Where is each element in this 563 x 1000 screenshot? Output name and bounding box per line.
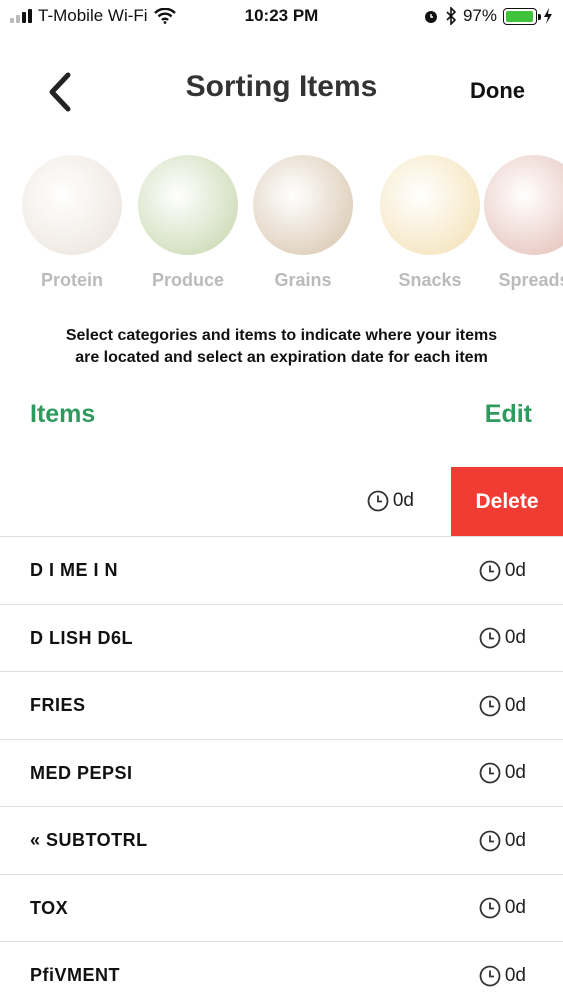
list-item[interactable]: FRIES 0d xyxy=(0,672,563,740)
done-button[interactable]: Done xyxy=(470,78,525,104)
charging-icon xyxy=(544,8,552,24)
clock-icon xyxy=(479,965,501,986)
item-name: PfiVMENT xyxy=(30,965,121,985)
nav-bar: Sorting Items Done xyxy=(0,60,563,120)
category-label: Grains xyxy=(274,270,332,290)
expiration-button[interactable]: 0d xyxy=(479,537,526,604)
clock-icon xyxy=(479,695,501,716)
expiration-value: 0d xyxy=(504,559,526,581)
category-carousel[interactable]: Protein Produce Grains Snacks Spreads xyxy=(0,155,563,295)
category-image xyxy=(253,155,353,255)
alarm-icon xyxy=(424,11,437,23)
battery-icon xyxy=(503,7,541,25)
category-produce[interactable]: Produce xyxy=(138,155,238,291)
expiration-button[interactable]: 0d xyxy=(479,605,526,672)
clock-icon xyxy=(479,830,501,851)
list-item[interactable]: D LISH D6L 0d xyxy=(0,605,563,672)
expiration-value: 0d xyxy=(504,829,526,851)
expiration-value: 0d xyxy=(504,897,526,918)
category-protein[interactable]: Protein xyxy=(22,155,122,291)
list-item[interactable]: MED PEPSI 0d xyxy=(0,740,563,807)
category-label: Protein xyxy=(40,270,103,290)
list-item[interactable]: TOX 0d xyxy=(0,875,563,942)
items-header: Items Edit xyxy=(0,400,563,434)
expiration-button[interactable]: 0d xyxy=(479,942,526,1000)
expiration-button[interactable]: 0d xyxy=(479,807,526,874)
clock-icon xyxy=(479,897,501,919)
instructions-text: Select categories and items to indicate … xyxy=(65,327,498,366)
delete-button[interactable]: Delete xyxy=(451,467,563,536)
item-name: « SUBTOTRL xyxy=(30,830,148,850)
expiration-button[interactable]: 0d xyxy=(479,672,526,739)
category-label: Snacks xyxy=(398,270,462,290)
category-image xyxy=(380,155,480,255)
items-list: 0d Delete D I ME I N 0d D LISH D6L 0d FR… xyxy=(0,467,563,1000)
category-label: Produce xyxy=(151,270,225,290)
expiration-button[interactable]: 0d xyxy=(367,467,414,535)
item-name: D I ME I N xyxy=(30,560,119,580)
list-item[interactable]: D I ME I N 0d xyxy=(0,537,563,605)
expiration-value: 0d xyxy=(504,694,526,716)
battery-fill xyxy=(506,10,534,22)
edit-button[interactable]: Edit xyxy=(485,400,532,429)
category-image xyxy=(138,155,238,255)
category-spreads[interactable]: Spreads xyxy=(484,155,563,291)
list-item[interactable]: « SUBTOTRL 0d xyxy=(0,807,563,875)
expiration-value: 0d xyxy=(504,627,526,648)
swiped-row[interactable]: 0d Delete xyxy=(0,467,563,537)
status-bar: T-Mobile Wi-Fi 10:23 PM 97% xyxy=(0,0,563,34)
clock-icon xyxy=(479,762,501,784)
category-label: Spreads xyxy=(498,270,563,290)
section-title: Items xyxy=(30,400,96,428)
bluetooth-icon xyxy=(446,7,457,25)
category-snacks[interactable]: Snacks xyxy=(380,155,480,291)
expiration-value: 0d xyxy=(392,490,414,511)
category-image xyxy=(484,155,563,255)
clock-icon xyxy=(479,560,501,581)
item-name: TOX xyxy=(30,897,69,918)
expiration-button[interactable]: 0d xyxy=(479,875,526,942)
item-name: MED PEPSI xyxy=(30,762,133,783)
category-image xyxy=(22,155,122,255)
list-item[interactable]: PfiVMENT 0d xyxy=(0,942,563,1000)
clock-icon xyxy=(479,627,501,649)
expiration-value: 0d xyxy=(504,964,526,986)
battery-percent: 97% xyxy=(462,6,497,25)
clock-icon xyxy=(367,490,389,512)
expiration-button[interactable]: 0d xyxy=(479,740,526,807)
item-name: FRIES xyxy=(30,695,86,715)
expiration-value: 0d xyxy=(504,762,526,783)
status-right: 97% xyxy=(423,6,553,26)
item-name: D LISH D6L xyxy=(30,627,134,648)
category-grains[interactable]: Grains xyxy=(253,155,353,291)
